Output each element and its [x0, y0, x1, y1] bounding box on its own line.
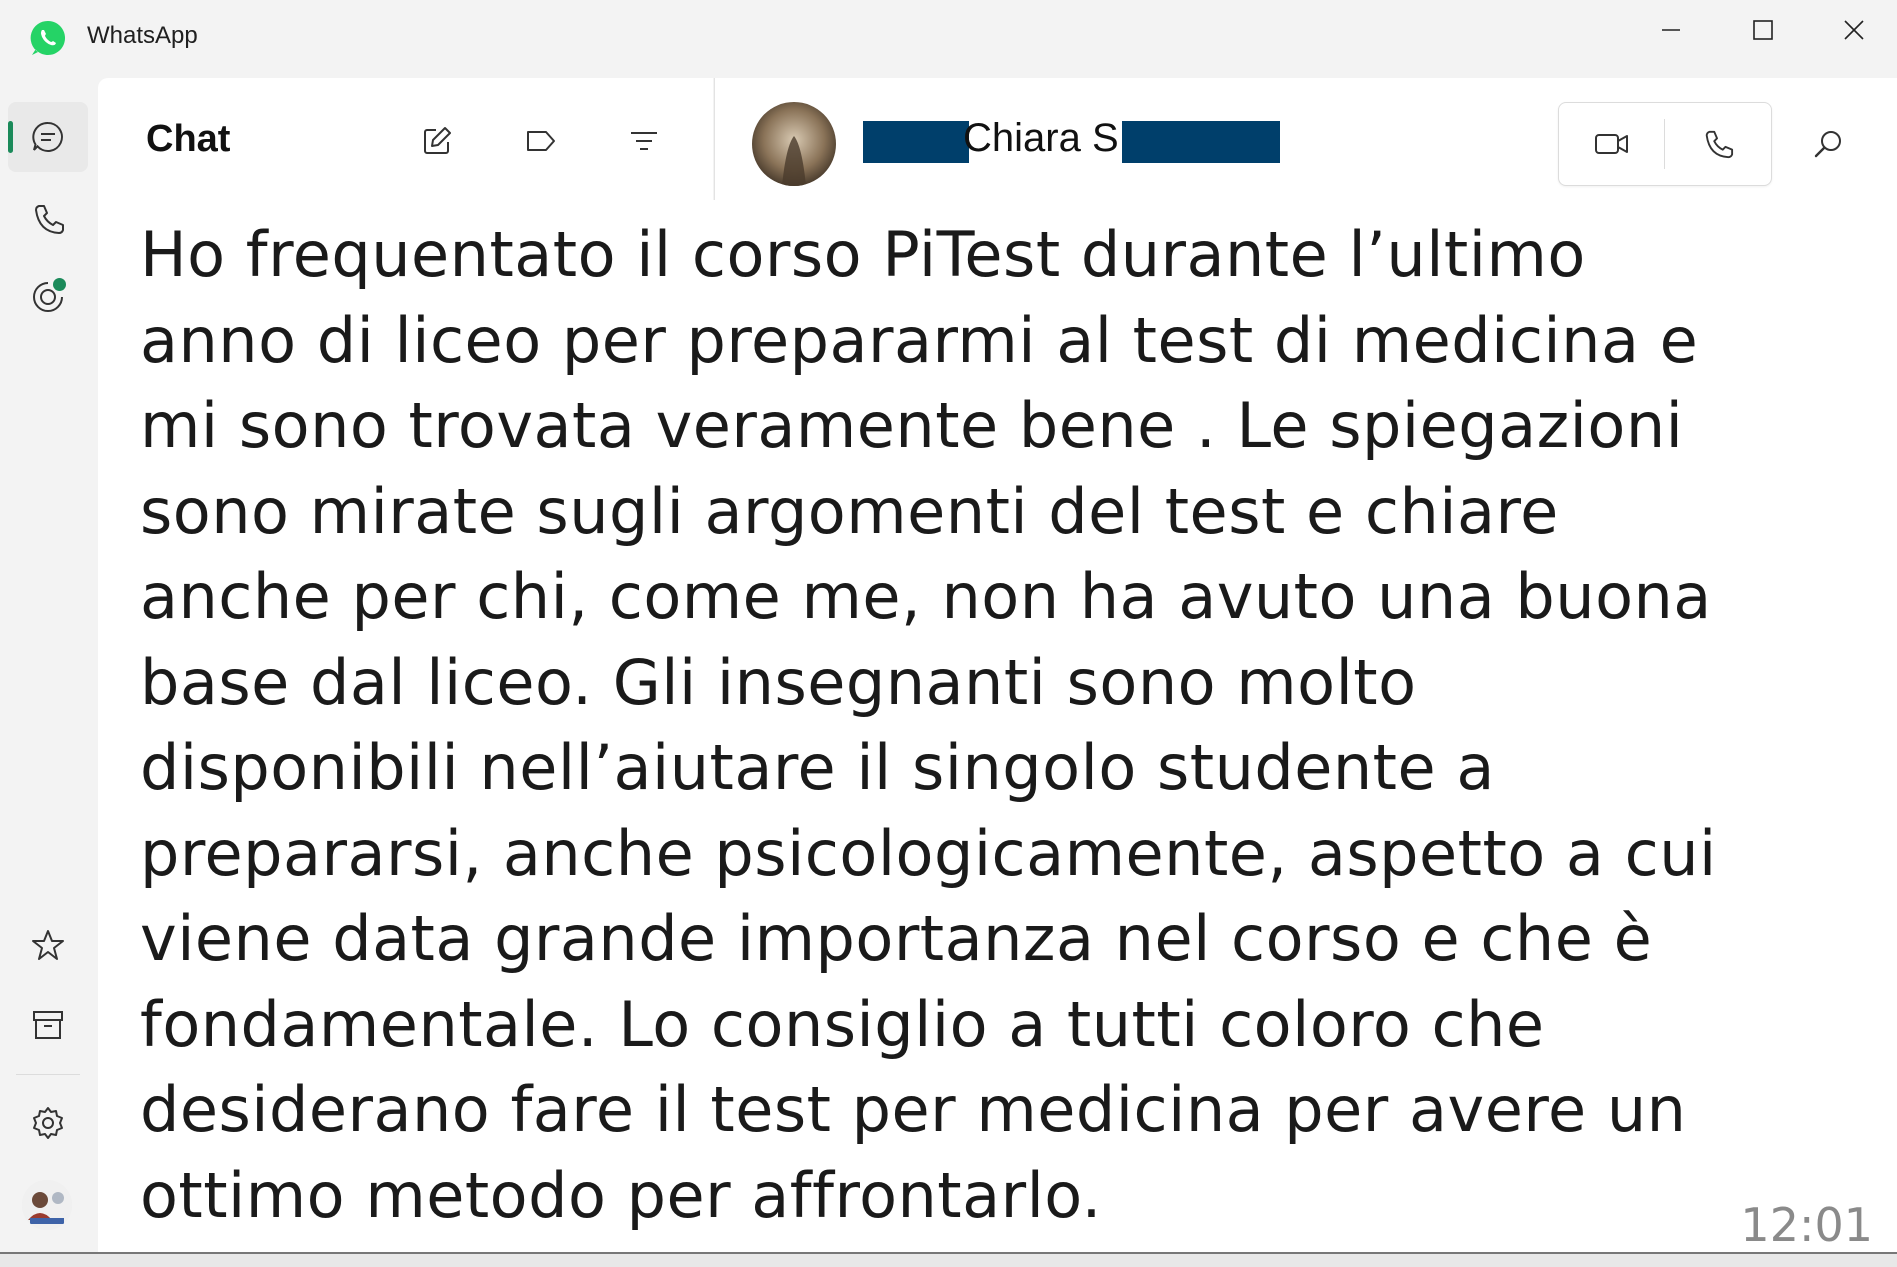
chat-list-title: Chat [146, 118, 231, 160]
new-chat-icon [424, 127, 451, 154]
rail-starred-button[interactable] [8, 910, 88, 980]
new-chat-button[interactable] [414, 118, 460, 164]
maximize-icon [1753, 20, 1773, 40]
title-bar: WhatsApp [0, 0, 1897, 76]
search-icon [1814, 131, 1841, 158]
rail-archive-button[interactable] [8, 990, 88, 1060]
calls-icon [35, 205, 64, 234]
contact-avatar[interactable] [752, 102, 836, 186]
chats-icon [32, 121, 63, 152]
status-unread-dot [53, 278, 66, 291]
active-indicator [8, 121, 13, 153]
voice-call-button[interactable] [1665, 103, 1771, 185]
profile-avatar[interactable] [22, 1180, 72, 1230]
contact-name[interactable]: Chiara S [963, 116, 1119, 161]
rail-chats-button[interactable] [8, 102, 88, 172]
rail-calls-button[interactable] [8, 184, 88, 254]
app-title: WhatsApp [87, 22, 198, 49]
redaction-bar [863, 121, 969, 163]
video-call-button[interactable] [1559, 103, 1665, 185]
starred-icon [32, 930, 64, 960]
video-call-icon [1595, 134, 1628, 154]
close-button[interactable] [1826, 10, 1882, 50]
message-timestamp: 12:01 [1740, 1198, 1873, 1252]
call-buttons-group [1558, 102, 1772, 186]
redaction-bar [1122, 121, 1280, 163]
minimize-button[interactable] [1643, 10, 1699, 50]
search-button[interactable] [1802, 118, 1854, 170]
rail-settings-button[interactable] [8, 1088, 88, 1158]
message-text: Ho frequentato il corso PiTest durante l… [140, 218, 1717, 1232]
close-icon [1844, 20, 1864, 40]
settings-icon [33, 1107, 63, 1139]
whatsapp-logo-icon [29, 19, 67, 57]
voice-call-icon [1705, 130, 1734, 159]
minimize-icon [1662, 29, 1680, 31]
rail-status-button[interactable] [8, 262, 88, 332]
maximize-button[interactable] [1735, 10, 1791, 50]
filter-button[interactable] [621, 118, 667, 164]
rail-divider [16, 1074, 80, 1075]
labels-button[interactable] [518, 118, 564, 164]
archive-icon [33, 1011, 63, 1039]
labels-icon [527, 131, 555, 151]
filter-icon [631, 132, 657, 150]
